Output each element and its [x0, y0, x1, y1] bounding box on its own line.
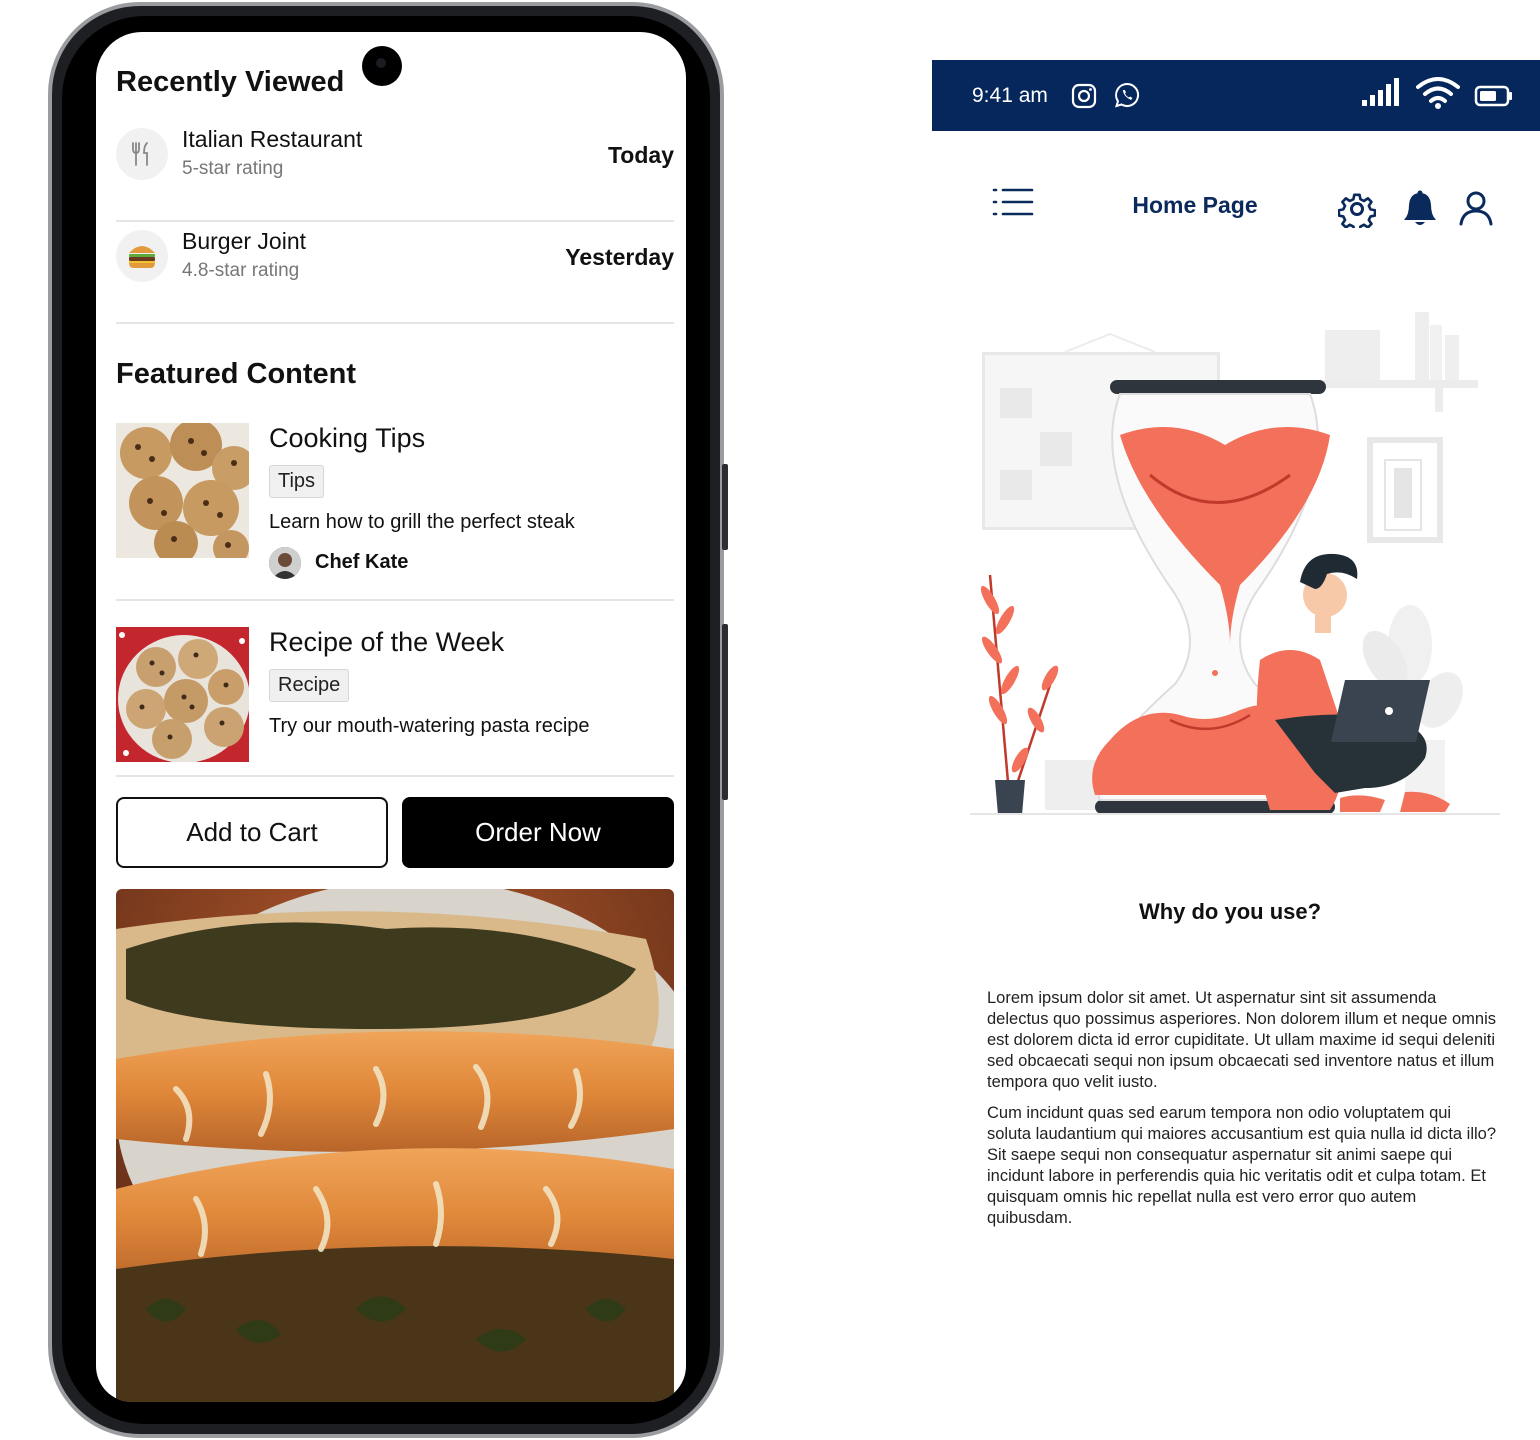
bell-icon[interactable] [1402, 190, 1438, 228]
sandwich-photo [116, 889, 674, 1402]
author-name: Chef Kate [315, 551, 409, 573]
page-title: Home Page [1132, 192, 1258, 218]
featured-item-description: Try our mouth-watering pasta recipe [269, 715, 590, 737]
recent-item-burger-joint[interactable]: Burger Joint 4.8-star rating Yesterday [116, 222, 674, 324]
status-bar: 9:41 am [932, 60, 1540, 131]
recent-item-italian-restaurant[interactable]: Italian Restaurant 5-star rating Today [116, 120, 674, 222]
user-icon[interactable] [1458, 190, 1494, 226]
phone-volume-button [722, 624, 728, 800]
recent-item-date: Yesterday [565, 244, 674, 270]
featured-item-title: Cooking Tips [269, 423, 426, 453]
recent-item-rating: 5-star rating [182, 158, 284, 179]
cookies-plate-photo [116, 627, 249, 762]
hourglass-illustration [970, 312, 1500, 815]
featured-item-tag: Recipe [269, 669, 350, 702]
settings-icon[interactable] [1338, 190, 1376, 228]
section-title: Why do you use? [1138, 899, 1322, 924]
fork-knife-icon [116, 128, 168, 180]
cookies-photo [116, 423, 249, 558]
whatsapp-icon [1114, 82, 1139, 108]
recent-item-rating: 4.8-star rating [182, 260, 300, 281]
status-time: 9:41 am [972, 84, 1048, 107]
recent-item-name: Burger Joint [182, 228, 307, 254]
phone-side-button [722, 464, 728, 550]
recently-viewed-heading: Recently Viewed [116, 66, 345, 98]
body-paragraph-2: Cum incidunt quas sed earum tempora non … [987, 1104, 1497, 1227]
featured-item-recipe-of-the-week[interactable]: Recipe of the Week Recipe Try our mouth-… [116, 627, 674, 777]
recent-item-name: Italian Restaurant [182, 126, 363, 152]
battery-icon [1474, 85, 1512, 107]
recent-item-date: Today [607, 142, 674, 168]
featured-item-title: Recipe of the Week [269, 627, 505, 657]
phone-screen: Recently Viewed Italian Restaurant 5-sta… [96, 32, 686, 1402]
instagram-icon [1071, 83, 1097, 109]
cellular-signal-icon [1362, 78, 1399, 106]
featured-item-tag: Tips [269, 465, 325, 498]
body-paragraph-1: Lorem ipsum dolor sit amet. Ut aspernatu… [987, 989, 1497, 1091]
burger-icon [116, 230, 168, 282]
order-now-button[interactable]: Order Now [402, 797, 674, 868]
featured-item-cooking-tips[interactable]: Cooking Tips Tips Learn how to grill the… [116, 423, 674, 601]
front-camera [362, 46, 402, 86]
featured-content-heading: Featured Content [116, 358, 357, 390]
add-to-cart-button[interactable]: Add to Cart [116, 797, 388, 868]
menu-icon[interactable] [992, 186, 1034, 218]
wifi-icon [1416, 77, 1460, 109]
featured-item-description: Learn how to grill the perfect steak [269, 511, 575, 533]
author-avatar [269, 547, 301, 579]
